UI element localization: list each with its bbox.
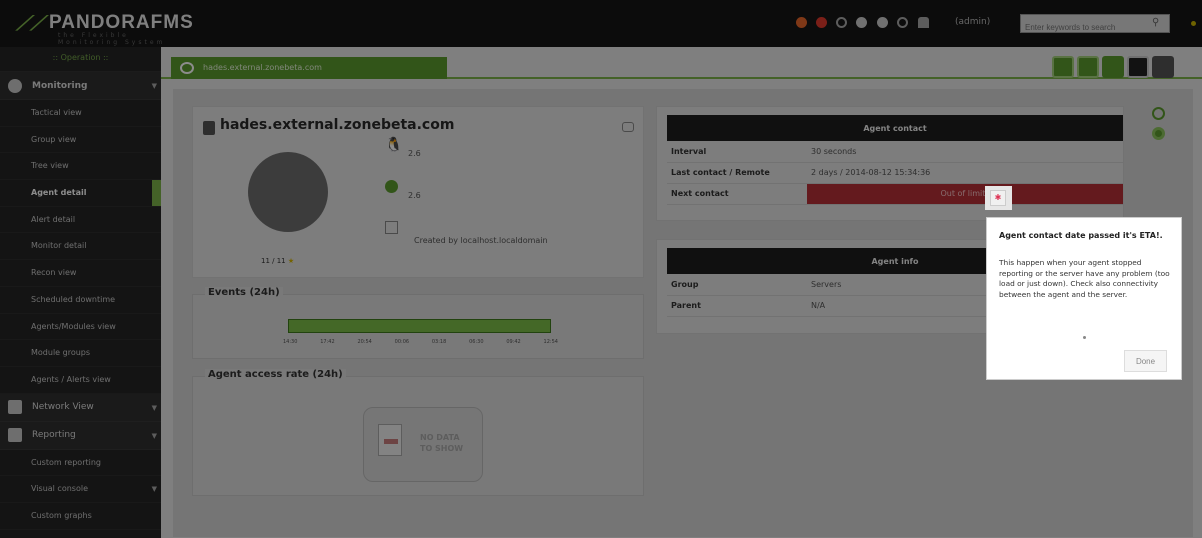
tour-highlight: ✱ — [985, 186, 1012, 210]
next-contact-alert-icon[interactable]: ✱ — [990, 190, 1006, 206]
done-button[interactable]: Done — [1124, 350, 1167, 372]
step-indicator-icon — [1083, 336, 1086, 339]
help-tooltip: Agent contact date passed it's ETA!. Thi… — [986, 217, 1182, 380]
tooltip-body: This happen when your agent stopped repo… — [999, 258, 1170, 299]
tooltip-title: Agent contact date passed it's ETA!. — [999, 231, 1163, 240]
